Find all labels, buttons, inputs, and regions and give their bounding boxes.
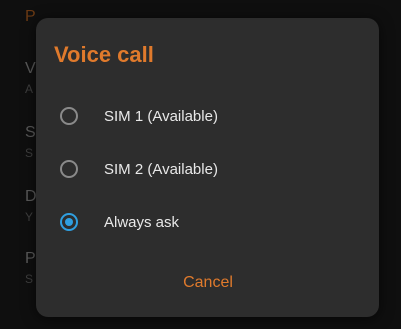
background-row: D: [25, 188, 37, 205]
background-section-header: P: [25, 8, 36, 25]
dialog-title: Voice call: [54, 42, 154, 67]
radio-button-unchecked-icon[interactable]: [60, 107, 78, 125]
background-row-summary: S: [25, 272, 34, 286]
option-always-ask[interactable]: Always ask: [36, 198, 379, 246]
background-row: V: [25, 60, 36, 77]
voice-call-dialog: Voice call SIM 1 (Available) SIM 2 (Avai…: [36, 18, 379, 317]
option-sim-2[interactable]: SIM 2 (Available): [36, 145, 379, 193]
option-label: Always ask: [104, 213, 180, 231]
background-row-summary: Y: [25, 210, 34, 224]
option-label: SIM 2 (Available): [104, 160, 218, 178]
background-row-summary: S: [25, 146, 34, 160]
background-row: S: [25, 124, 36, 141]
radio-button-unchecked-icon[interactable]: [60, 160, 78, 178]
option-sim-1[interactable]: SIM 1 (Available): [36, 92, 379, 140]
radio-button-checked-icon[interactable]: [60, 213, 78, 231]
background-row-summary: A: [25, 82, 34, 96]
background-row: P: [25, 250, 36, 267]
option-label: SIM 1 (Available): [104, 107, 218, 125]
cancel-button[interactable]: Cancel: [173, 268, 243, 298]
